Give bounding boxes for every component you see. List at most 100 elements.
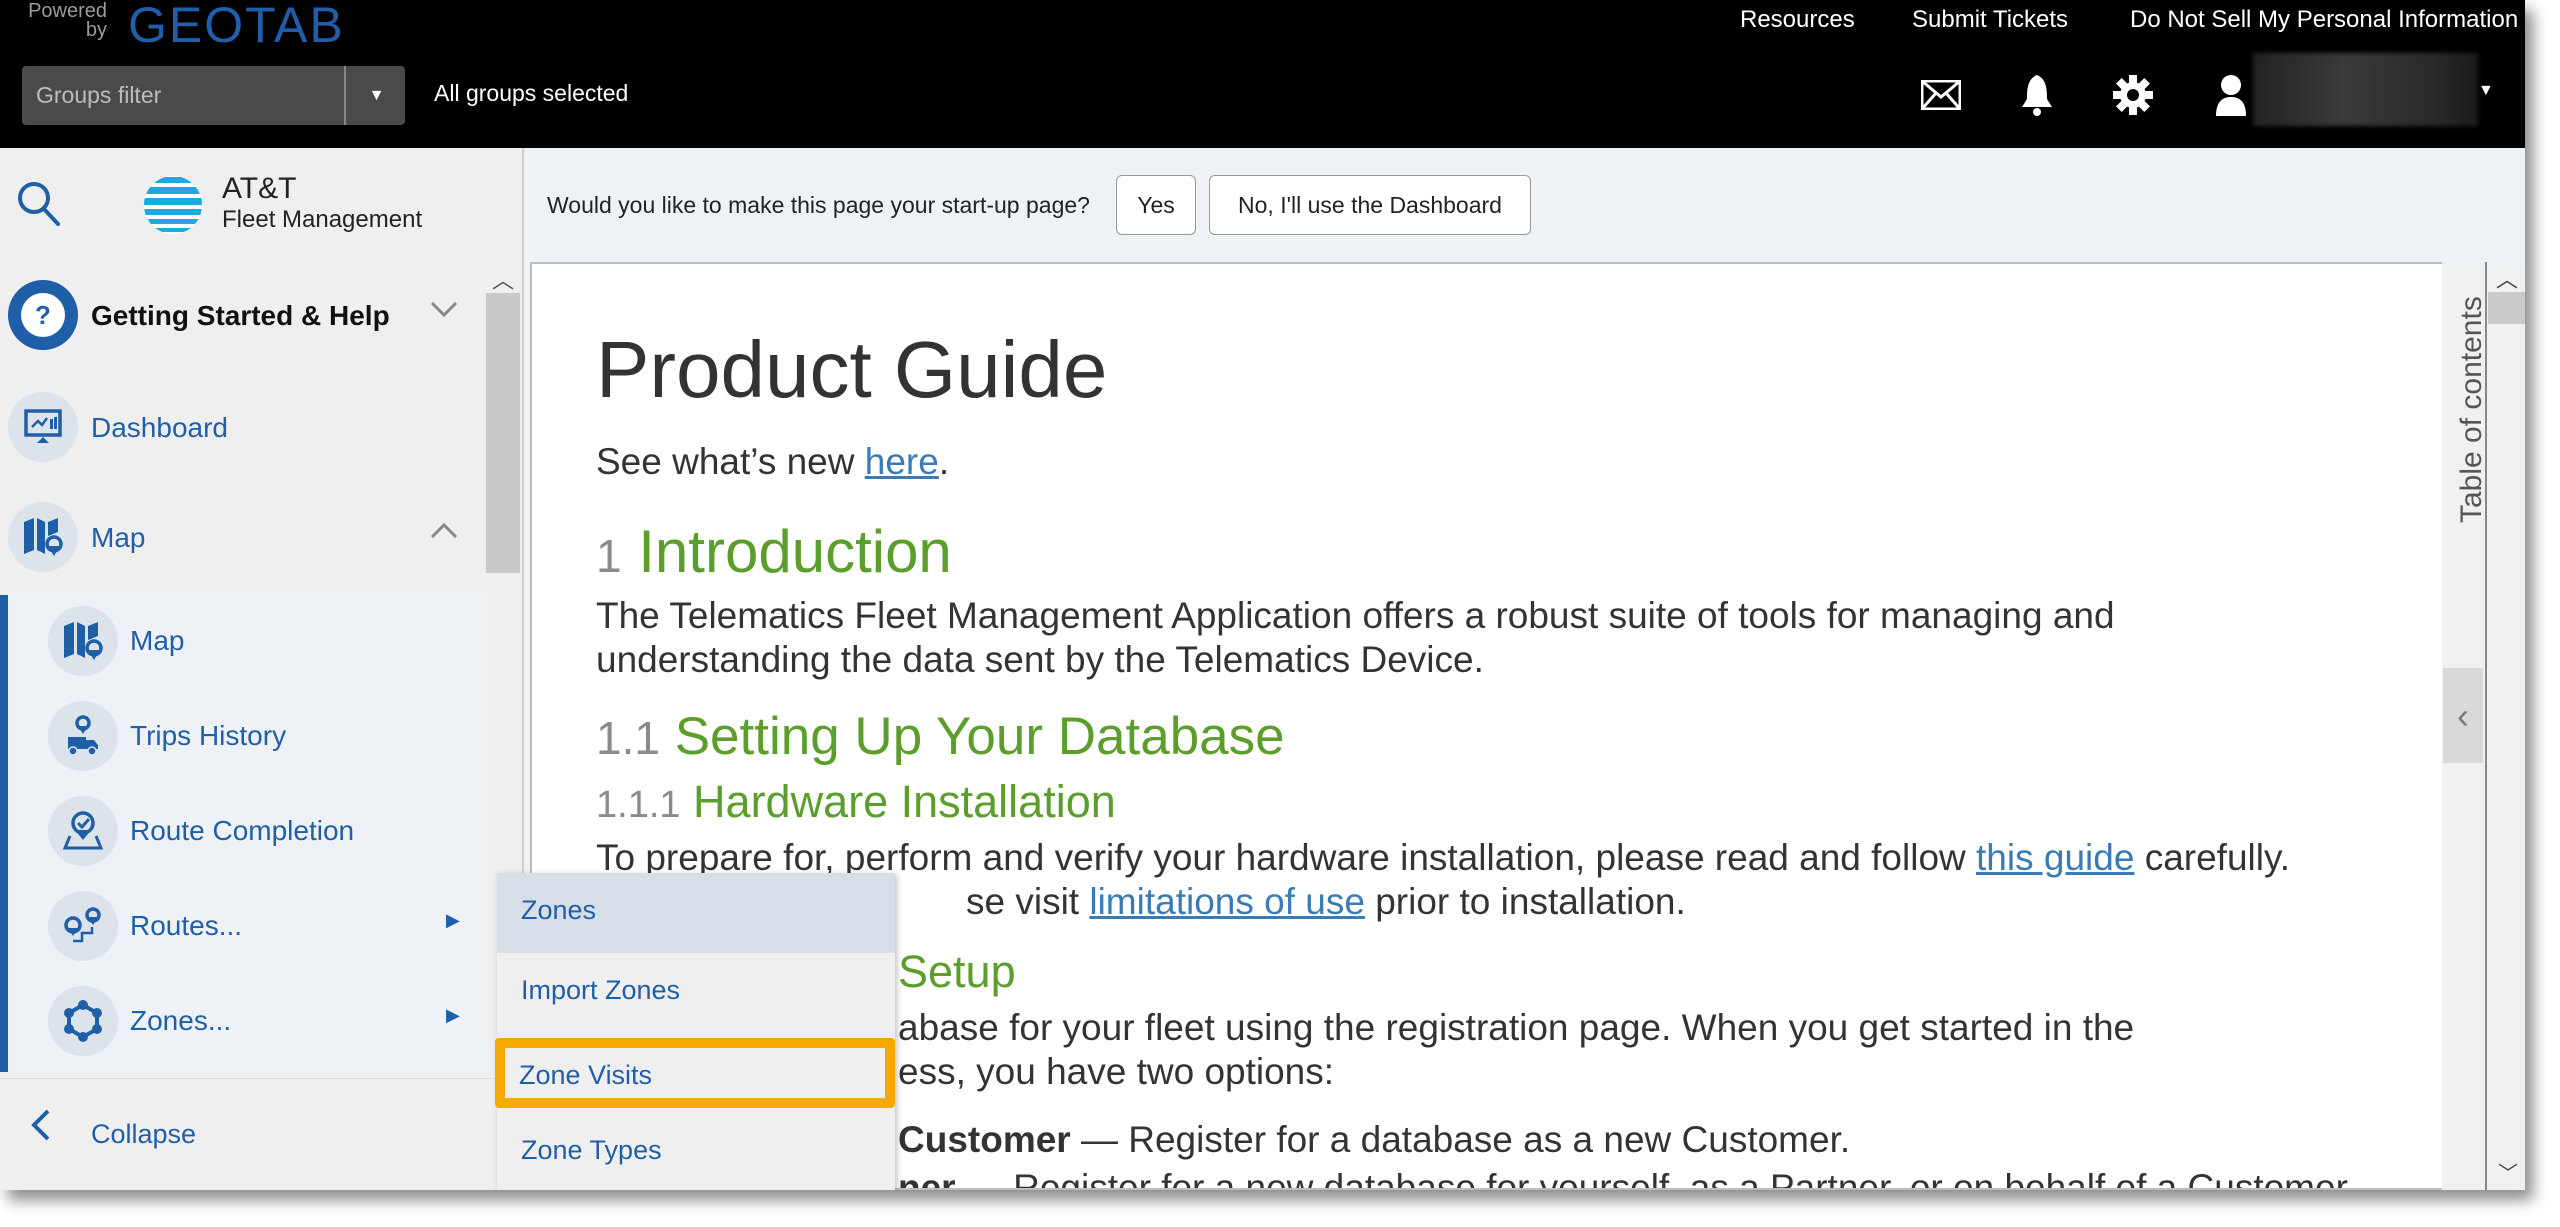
groups-status: All groups selected	[434, 80, 629, 106]
this-guide-link[interactable]: this guide	[1976, 837, 2134, 878]
hardware-line-2: se visit limitations of use prior to ins…	[966, 880, 1686, 924]
att-logo-title: AT&T	[222, 172, 297, 205]
powered-by-label: Powered by	[28, 0, 107, 41]
search-icon[interactable]	[16, 180, 62, 235]
submenu-arrow-icon: ▶	[446, 1005, 460, 1025]
help-icon: ?	[8, 280, 78, 350]
sidebar-item-label: Dashboard	[91, 412, 228, 443]
option-customer: Customer — Register for a database as a …	[898, 1118, 1850, 1162]
submenu-item-label: Zones...	[130, 1005, 232, 1036]
content-scrollbar[interactable]: ︿ ﹀	[2488, 262, 2525, 1190]
submenu-arrow-icon: ▶	[446, 910, 460, 930]
whats-new-prefix: See what’s new	[596, 441, 865, 482]
toc-expand-chevron-left-icon[interactable]: ‹	[2443, 668, 2483, 763]
heading-text: Setting Up Your Database	[674, 707, 1285, 766]
resources-link[interactable]: Resources	[1740, 6, 1855, 34]
heading-introduction: 1 Introduction	[596, 517, 952, 586]
use-dashboard-button[interactable]: No, I'll use the Dashboard	[1209, 175, 1531, 235]
intro-line-1: The Telematics Fleet Management Applicat…	[596, 595, 2115, 636]
flyout-item-label: Zone Visits	[519, 1060, 653, 1090]
content-scroll-thumb[interactable]	[2488, 292, 2525, 324]
groups-filter-dropdown-button[interactable]: ▼	[344, 66, 407, 125]
heading-text: Introduction	[638, 518, 952, 585]
caret-down-icon: ▼	[368, 86, 385, 104]
scroll-down-icon[interactable]: ﹀	[2498, 1157, 2518, 1186]
submenu-item-map[interactable]: Map	[8, 595, 484, 687]
flyout-item-import-zones[interactable]: Import Zones	[497, 953, 895, 1033]
sidebar-item-label: Getting Started & Help	[91, 300, 390, 331]
collapse-sidebar-button[interactable]: Collapse	[0, 1078, 520, 1190]
top-bar: Powered by GEOTAB ▼ All groups selected …	[0, 0, 2525, 148]
hardware-text: se visit	[966, 881, 1090, 922]
trips-history-icon	[48, 701, 118, 771]
user-menu-caret-icon[interactable]: ▼	[2478, 82, 2494, 100]
option-partner: ner — Register for a new database for yo…	[898, 1166, 2357, 1190]
flyout-item-zones[interactable]: Zones	[497, 873, 895, 953]
yes-button[interactable]: Yes	[1116, 175, 1196, 235]
svg-text:?: ?	[35, 300, 51, 330]
heading-text: Setup	[898, 946, 1016, 997]
groups-filter-input[interactable]	[22, 66, 344, 125]
user-name-redacted[interactable]	[2253, 53, 2478, 126]
whats-new-suffix: .	[938, 441, 950, 482]
sidebar-scroll-thumb[interactable]	[486, 293, 520, 573]
submit-tickets-link[interactable]: Submit Tickets	[1912, 6, 2068, 34]
chevron-down-icon[interactable]	[430, 294, 458, 325]
whats-new-paragraph: See what’s new here.	[596, 440, 949, 484]
map-icon	[8, 502, 78, 572]
routes-icon	[48, 891, 118, 961]
zones-flyout-menu: Zones Import Zones Zone Visits Zone Type…	[495, 873, 895, 1190]
hardware-text: prior to installation.	[1364, 881, 1686, 922]
envelope-icon[interactable]	[1918, 72, 1964, 118]
scroll-up-icon[interactable]: ︿	[492, 263, 514, 295]
zones-icon	[48, 986, 118, 1056]
whats-new-link[interactable]: here	[865, 441, 939, 482]
chevron-up-icon[interactable]	[430, 516, 458, 547]
heading-number: 1.1	[596, 712, 660, 764]
map-submenu: Map Trips History Route Completion Route…	[0, 595, 484, 1072]
att-logo-subtitle: Fleet Management	[222, 206, 423, 233]
sidebar-item-getting-started[interactable]: ? Getting Started & Help	[0, 270, 480, 362]
option-label: ner	[898, 1167, 956, 1190]
geotab-logo: GEOTAB	[128, 0, 345, 53]
flyout-item-label: Zones	[521, 895, 597, 925]
flyout-item-zone-types[interactable]: Zone Types	[497, 1113, 895, 1190]
do-not-sell-link[interactable]: Do Not Sell My Personal Information	[2130, 6, 2518, 34]
submenu-item-zones[interactable]: Zones... ▶	[8, 975, 484, 1067]
app-window: Powered by GEOTAB ▼ All groups selected …	[0, 0, 2525, 1190]
submenu-item-trips-history[interactable]: Trips History	[8, 690, 484, 782]
sidebar-item-map[interactable]: Map	[0, 492, 480, 584]
startup-page-prompt: Would you like to make this page your st…	[524, 150, 2525, 258]
dashboard-icon	[8, 392, 78, 462]
groups-filter[interactable]: ▼	[22, 66, 405, 125]
option-label: Customer	[898, 1119, 1071, 1160]
table-of-contents-tab[interactable]: Table of contents	[2452, 285, 2492, 535]
submenu-item-label: Map	[130, 625, 185, 656]
heading-number: 1	[596, 530, 622, 582]
heading-number: 1.1.1	[596, 784, 681, 826]
submenu-item-label: Trips History	[130, 720, 287, 751]
submenu-item-route-completion[interactable]: Route Completion	[8, 785, 484, 877]
map-icon	[48, 606, 118, 676]
user-icon[interactable]	[2208, 72, 2254, 118]
route-completion-icon	[48, 796, 118, 866]
setup-line-2: ess, you have two options:	[898, 1051, 1335, 1092]
heading-text: Hardware Installation	[693, 776, 1116, 827]
scroll-up-icon[interactable]: ︿	[2496, 262, 2518, 294]
sidebar-scrollbar[interactable]: ︿	[486, 263, 520, 723]
option-text: — Register for a new database for yourse…	[955, 1167, 2357, 1190]
flyout-item-label: Import Zones	[521, 975, 681, 1005]
sidebar: AT&T Fleet Management ? Getting Started …	[0, 148, 524, 1190]
heading-setup: Setup	[898, 946, 1016, 998]
hardware-text: carefully.	[2134, 837, 2291, 878]
sidebar-item-dashboard[interactable]: Dashboard	[0, 382, 480, 474]
gear-icon[interactable]	[2110, 72, 2156, 118]
page-title: Product Guide	[596, 325, 1108, 414]
heading-hardware-installation: 1.1.1 Hardware Installation	[596, 776, 1116, 828]
collapse-label: Collapse	[91, 1119, 197, 1149]
bell-icon[interactable]	[2014, 72, 2060, 118]
flyout-item-label: Zone Types	[521, 1135, 662, 1165]
submenu-item-routes[interactable]: Routes... ▶	[8, 880, 484, 972]
flyout-item-zone-visits[interactable]: Zone Visits	[495, 1038, 895, 1108]
limitations-of-use-link[interactable]: limitations of use	[1089, 881, 1365, 922]
